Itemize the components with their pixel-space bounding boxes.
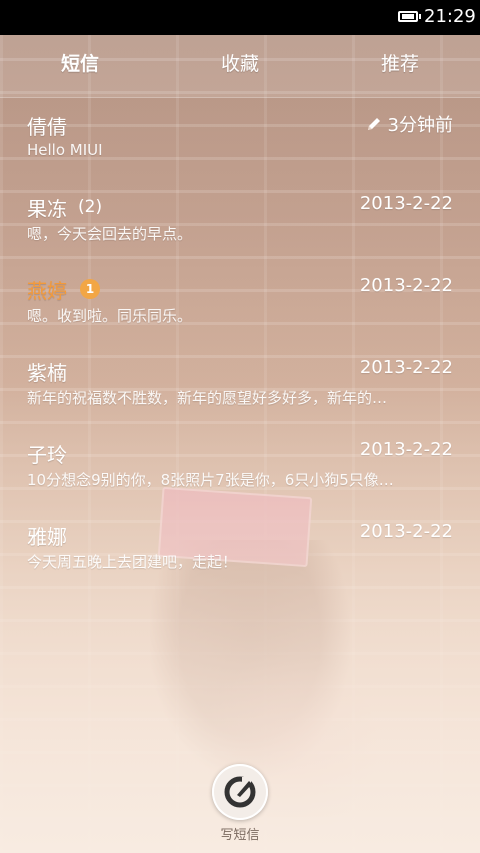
conversation-item[interactable]: 燕婷 1 2013-2-22 嗯。收到啦。同乐同乐。 [0,261,480,343]
conversation-item[interactable]: 倩倩 3分钟前 Hello MIUI [0,97,480,179]
conversation-item[interactable]: 雅娜 2013-2-22 今天周五晚上去团建吧，走起！ [0,507,480,589]
compose-button[interactable] [212,764,268,820]
message-count: (2) [78,197,103,217]
message-preview: Hello MIUI [27,141,103,159]
message-preview: 新年的祝福数不胜数，新年的愿望好多好多，新年的… [27,389,388,407]
message-time: 2013-2-22 [359,521,453,542]
contact-name: 倩倩 [27,115,67,139]
status-time: 21:29 [424,6,476,27]
contact-name: 燕婷 [27,279,67,303]
message-preview: 嗯。收到啦。同乐同乐。 [27,307,193,325]
message-preview: 嗯，今天会回去的早点。 [27,225,193,243]
message-time: 2013-2-22 [359,193,453,214]
message-time: 2013-2-22 [359,275,453,296]
battery-icon [398,11,418,22]
contact-name: 子玲 [27,443,67,467]
pencil-icon [368,118,380,130]
battery-tip [419,14,421,19]
message-preview: 10分想念9别的你，8张照片7张是你，6只小狗5只像… [27,471,394,489]
status-bar: 21:29 [0,0,480,35]
conversation-item[interactable]: 子玲 2013-2-22 10分想念9别的你，8张照片7张是你，6只小狗5只像… [0,425,480,507]
message-preview: 今天周五晚上去团建吧，走起！ [27,553,238,571]
tab-recommended[interactable]: 推荐 [320,35,480,97]
conversation-item[interactable]: 果冻 (2) 2013-2-22 嗯，今天会回去的早点。 [0,179,480,261]
conversation-item[interactable]: 紫楠 2013-2-22 新年的祝福数不胜数，新年的愿望好多好多，新年的… [0,343,480,425]
message-time: 3分钟前 [387,115,453,136]
message-time: 2013-2-22 [359,357,453,378]
tab-favorites[interactable]: 收藏 [160,35,320,97]
unread-badge: 1 [80,279,100,299]
tab-bar: 短信 收藏 推荐 [0,35,480,98]
message-time: 2013-2-22 [359,439,453,460]
contact-name: 雅娜 [27,525,67,549]
tab-messages[interactable]: 短信 [0,35,160,97]
compose-icon [224,776,256,808]
contact-name: 紫楠 [27,361,67,385]
contact-name: 果冻 [27,197,67,221]
compose-label: 写短信 [220,828,260,843]
